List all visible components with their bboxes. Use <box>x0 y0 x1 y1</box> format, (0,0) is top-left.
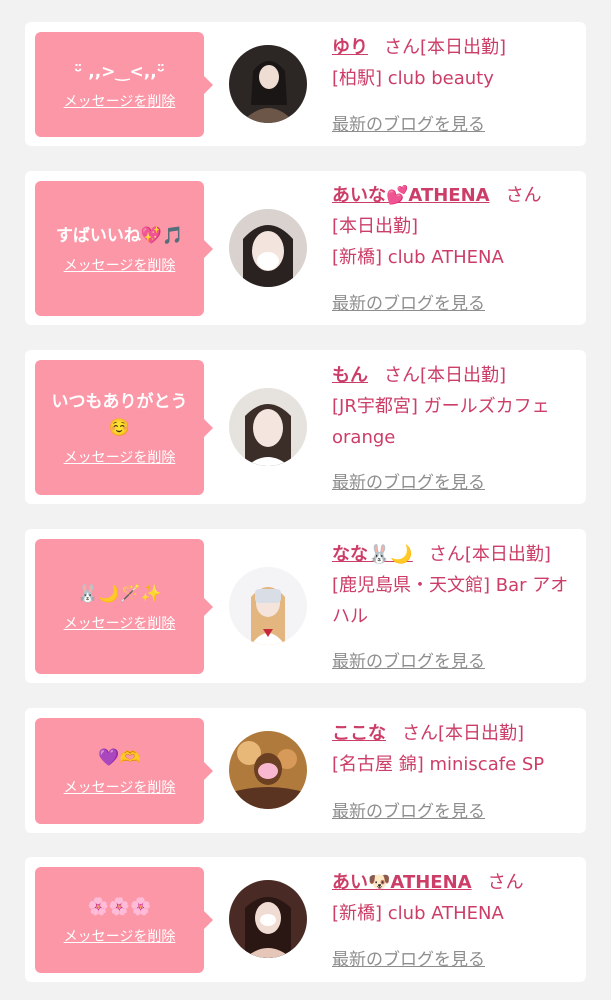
delete-message-link[interactable]: メッセージを削除 <box>64 777 176 797</box>
cast-name-link[interactable]: あい🐶ATHENA <box>332 872 472 893</box>
san-label: さん <box>402 723 438 744</box>
san-label: さん <box>487 872 524 893</box>
message-text: いつもありがとう☺️ <box>51 391 188 438</box>
delete-message-link[interactable]: メッセージを削除 <box>64 91 176 111</box>
san-label: さん <box>384 37 420 58</box>
cast-info: ここな さん[本日出勤] [名古屋 錦] miniscafe SP <box>332 718 580 780</box>
cast-name-link[interactable]: もん <box>332 365 368 386</box>
message-bubble: 💜🫶 メッセージを削除 <box>35 718 213 824</box>
message-bubble: ᵕ̈ ,,>‿<,,ᵕ̈ メッセージを削除 <box>35 32 213 137</box>
attendance-status: [本日出勤] <box>438 723 525 744</box>
message-card: ᵕ̈ ,,>‿<,,ᵕ̈ メッセージを削除 ゆり さん[本日出勤] [柏駅] cl… <box>25 22 586 146</box>
message-card: 🌸🌸🌸 メッセージを削除 あい🐶ATHENA さん [新橋] club ATHEN… <box>25 857 586 982</box>
attendance-status: [本日出勤] <box>420 37 507 58</box>
message-bubble: 🐰🌙🪄✨ メッセージを削除 <box>35 539 213 674</box>
cast-name-link[interactable]: ゆり <box>332 37 368 58</box>
delete-message-link[interactable]: メッセージを削除 <box>64 255 176 275</box>
cast-info: なな🐰🌙 さん[本日出勤] [鹿児島県・天文館] Bar アオハル <box>332 539 580 632</box>
shop-name: [鹿児島県・天文館] Bar アオハル <box>332 575 569 627</box>
message-bubble: いつもありがとう☺️ メッセージを削除 <box>35 360 213 495</box>
message-card: 💜🫶 メッセージを削除 ここな さん[本日出勤] [名古屋 錦] miniscaf… <box>25 708 586 833</box>
cast-info: もん さん[本日出勤] [JR宇都宮] ガールズカフェ orange <box>332 360 580 453</box>
shop-name: [名古屋 錦] miniscafe SP <box>332 754 545 775</box>
cast-info: あい🐶ATHENA さん [新橋] club ATHENA <box>332 867 580 929</box>
avatar[interactable] <box>229 731 307 809</box>
san-label: さん <box>505 185 542 206</box>
latest-blog-link[interactable]: 最新のブログを見る <box>332 110 485 135</box>
message-text: 🌸🌸🌸 <box>87 897 152 917</box>
latest-blog-link[interactable]: 最新のブログを見る <box>332 289 485 314</box>
avatar[interactable] <box>229 567 307 645</box>
cast-name-link[interactable]: ここな <box>332 723 386 744</box>
cast-name-link[interactable]: あいな💕ATHENA <box>332 185 490 206</box>
latest-blog-link[interactable]: 最新のブログを見る <box>332 468 485 493</box>
message-text: ᵕ̈ ,,>‿<,,ᵕ̈ <box>74 61 165 82</box>
shop-name: [新橋] club ATHENA <box>332 903 504 924</box>
message-card: すばいいね💖🎵 メッセージを削除 あいな💕ATHENA さん [本日出勤] [新橋… <box>25 171 586 325</box>
shop-name: [JR宇都宮] ガールズカフェ orange <box>332 396 550 448</box>
attendance-status: [本日出勤] <box>332 216 419 237</box>
message-bubble: すばいいね💖🎵 メッセージを削除 <box>35 181 213 316</box>
shop-name: [新橋] club ATHENA <box>332 247 504 268</box>
message-card: いつもありがとう☺️ メッセージを削除 もん さん[本日出勤] [JR宇都宮] ガ… <box>25 350 586 504</box>
avatar[interactable] <box>229 209 307 287</box>
message-card: 🐰🌙🪄✨ メッセージを削除 なな🐰🌙 さん[本日出勤] [鹿児島県・天文館] Ba… <box>25 529 586 683</box>
cast-info: ゆり さん[本日出勤] [柏駅] club beauty <box>332 32 580 94</box>
san-label: さん <box>384 365 420 386</box>
message-text: すばいいね💖🎵 <box>55 225 184 246</box>
cast-info: あいな💕ATHENA さん [本日出勤] [新橋] club ATHENA <box>332 180 580 273</box>
message-bubble: 🌸🌸🌸 メッセージを削除 <box>35 867 213 973</box>
cast-name-link[interactable]: なな🐰🌙 <box>332 544 413 565</box>
message-text: 🐰🌙🪄✨ <box>77 583 162 604</box>
shop-name: [柏駅] club beauty <box>332 68 494 89</box>
san-label: さん <box>428 544 465 565</box>
attendance-status: [本日出勤] <box>420 365 507 386</box>
latest-blog-link[interactable]: 最新のブログを見る <box>332 797 485 822</box>
attendance-status: [本日出勤] <box>464 544 551 565</box>
avatar[interactable] <box>229 388 307 466</box>
message-text: 💜🫶 <box>98 748 141 768</box>
avatar[interactable] <box>229 45 307 123</box>
latest-blog-link[interactable]: 最新のブログを見る <box>332 945 485 970</box>
delete-message-link[interactable]: メッセージを削除 <box>64 447 176 467</box>
delete-message-link[interactable]: メッセージを削除 <box>64 613 176 633</box>
delete-message-link[interactable]: メッセージを削除 <box>64 926 176 946</box>
avatar[interactable] <box>229 880 307 958</box>
latest-blog-link[interactable]: 最新のブログを見る <box>332 647 485 672</box>
